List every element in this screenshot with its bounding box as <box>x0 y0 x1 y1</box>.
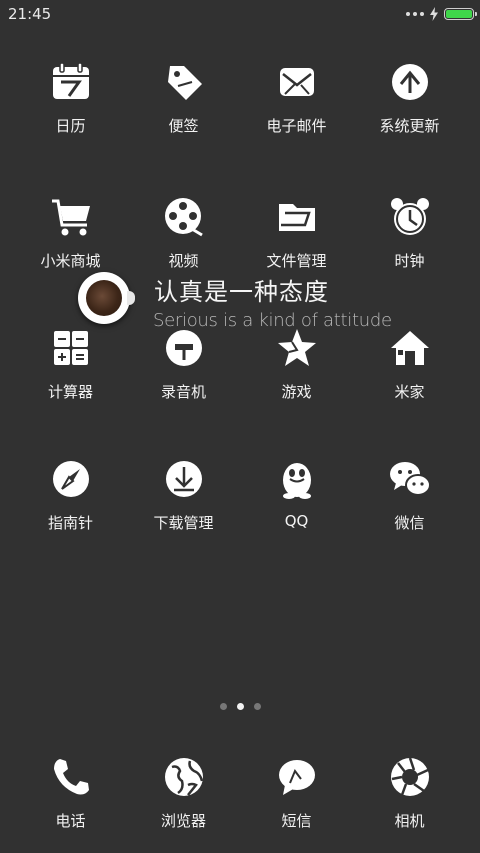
app-label: 系统更新 <box>379 117 440 135</box>
app-file-manager[interactable]: 文件管理 <box>240 195 353 271</box>
app-label: 指南针 <box>47 514 93 532</box>
app-label: 便签 <box>168 117 199 135</box>
page-dot[interactable] <box>219 703 227 710</box>
app-label: 电话 <box>55 812 86 830</box>
app-games[interactable]: 游戏 <box>240 326 353 402</box>
coffee-cup-icon <box>78 272 135 324</box>
app-qq[interactable]: QQ <box>240 457 353 530</box>
app-label: QQ <box>284 512 309 530</box>
globe-icon <box>164 758 203 796</box>
app-label: 时钟 <box>394 252 425 270</box>
app-mi-home[interactable]: 米家 <box>353 326 466 402</box>
app-label: 视频 <box>168 252 199 270</box>
compass-icon <box>52 461 89 497</box>
quote-widget[interactable]: 认真是一种态度 Serious is a kind of attitude <box>78 272 478 334</box>
dock-phone[interactable]: 电话 <box>14 755 127 831</box>
qq-penguin-icon <box>282 463 311 499</box>
dock-messages[interactable]: 短信 <box>240 755 353 831</box>
page-dot[interactable] <box>253 703 261 710</box>
app-label: 日历 <box>55 117 86 135</box>
message-bubble-icon <box>278 760 315 795</box>
app-calculator[interactable]: 计算器 <box>14 326 127 402</box>
app-label: 相机 <box>394 812 425 830</box>
app-label: 游戏 <box>281 383 312 401</box>
app-calendar[interactable]: 日历 <box>14 60 127 136</box>
app-download-manager[interactable]: 下载管理 <box>127 457 240 533</box>
status-indicators <box>406 6 477 22</box>
charging-icon <box>430 7 438 21</box>
app-recorder[interactable]: 录音机 <box>127 326 240 402</box>
app-wechat[interactable]: 微信 <box>353 457 466 533</box>
phone-icon <box>53 759 89 795</box>
app-label: 米家 <box>394 383 425 401</box>
battery-icon <box>444 8 477 20</box>
app-label: 文件管理 <box>266 252 327 270</box>
dock-camera[interactable]: 相机 <box>353 755 466 831</box>
app-mi-store[interactable]: 小米商城 <box>14 195 127 271</box>
mail-icon <box>279 68 314 96</box>
app-label: 电子邮件 <box>266 117 327 135</box>
app-video[interactable]: 视频 <box>127 195 240 271</box>
app-label: 录音机 <box>160 383 206 401</box>
update-icon <box>391 64 428 100</box>
status-time: 21:45 <box>8 5 52 23</box>
widget-title: 认真是一种态度 <box>154 278 329 306</box>
dock-browser[interactable]: 浏览器 <box>127 755 240 831</box>
app-label: 短信 <box>281 812 312 830</box>
app-compass[interactable]: 指南针 <box>14 457 127 533</box>
app-label: 微信 <box>394 514 425 532</box>
app-label: 浏览器 <box>160 812 206 830</box>
app-system-update[interactable]: 系统更新 <box>353 60 466 136</box>
status-bar: 21:45 <box>0 0 480 28</box>
page-dot-active[interactable] <box>236 703 244 710</box>
tag-icon <box>167 66 202 100</box>
widget-subtitle: Serious is a kind of attitude <box>153 310 392 331</box>
app-notes[interactable]: 便签 <box>127 60 240 136</box>
battery-level <box>446 10 472 18</box>
cart-icon <box>51 199 90 236</box>
app-label: 小米商城 <box>40 252 101 270</box>
download-icon <box>165 461 202 497</box>
app-label: 计算器 <box>47 383 93 401</box>
app-label: 下载管理 <box>153 514 214 532</box>
camera-aperture-icon <box>390 757 429 796</box>
folder-icon <box>278 204 315 231</box>
app-email[interactable]: 电子邮件 <box>240 60 353 136</box>
page-indicator <box>0 703 480 710</box>
alarm-clock-icon <box>390 198 429 235</box>
film-reel-icon <box>164 198 203 237</box>
app-clock[interactable]: 时钟 <box>353 195 466 271</box>
more-dots-icon <box>406 12 424 16</box>
wechat-icon <box>389 462 431 496</box>
calendar-icon <box>52 62 89 99</box>
